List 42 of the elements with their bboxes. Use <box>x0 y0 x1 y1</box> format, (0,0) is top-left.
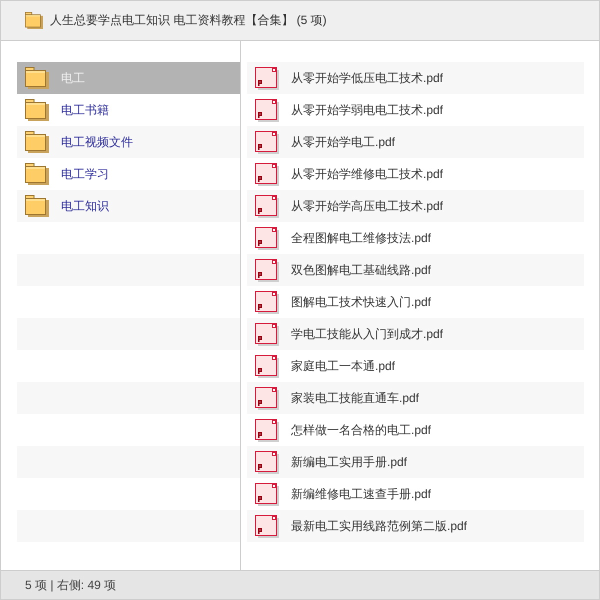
folder-icon <box>25 12 43 29</box>
pdf-file-icon <box>255 514 279 538</box>
pdf-file-icon <box>255 130 279 154</box>
file-item[interactable]: 从零开始学高压电工技术.pdf <box>247 190 584 222</box>
folder-title: 人生总要学点电工知识 电工资料教程【合集】 (5 项) <box>50 12 327 29</box>
folder-item[interactable]: 电工知识 <box>17 190 240 222</box>
file-item[interactable]: 怎样做一名合格的电工.pdf <box>247 414 584 446</box>
folder-icon <box>25 99 49 121</box>
pdf-file-icon <box>255 354 279 378</box>
file-item[interactable]: 家装电工技能直通车.pdf <box>247 382 584 414</box>
pdf-file-icon <box>255 98 279 122</box>
folder-icon <box>25 195 49 217</box>
pdf-file-icon <box>255 66 279 90</box>
pdf-file-icon <box>255 450 279 474</box>
file-item[interactable]: 新编维修电工速查手册.pdf <box>247 478 584 510</box>
file-item[interactable]: 家庭电工一本通.pdf <box>247 350 584 382</box>
file-item[interactable]: 从零开始学维修电工技术.pdf <box>247 158 584 190</box>
pdf-file-icon <box>255 290 279 314</box>
file-item[interactable]: 最新电工实用线路范例第二版.pdf <box>247 510 584 542</box>
status-text: 5 项 | 右侧: 49 项 <box>25 576 116 594</box>
pdf-file-icon <box>255 258 279 282</box>
pdf-file-icon <box>255 322 279 346</box>
pdf-file-icon <box>255 162 279 186</box>
file-item[interactable]: 从零开始学弱电电工技术.pdf <box>247 94 584 126</box>
file-item[interactable]: 双色图解电工基础线路.pdf <box>247 254 584 286</box>
file-item[interactable]: 从零开始学低压电工技术.pdf <box>247 62 584 94</box>
folder-icon <box>25 163 49 185</box>
pdf-file-icon <box>255 418 279 442</box>
folder-item[interactable]: 电工视频文件 <box>17 126 240 158</box>
folder-icon <box>25 67 49 89</box>
folder-item[interactable]: 电工书籍 <box>17 94 240 126</box>
file-item[interactable]: 全程图解电工维修技法.pdf <box>247 222 584 254</box>
pdf-file-icon <box>255 482 279 506</box>
pdf-file-icon <box>255 226 279 250</box>
pdf-file-icon <box>255 194 279 218</box>
file-item[interactable]: 新编电工实用手册.pdf <box>247 446 584 478</box>
pdf-file-icon <box>255 386 279 410</box>
file-item[interactable]: 从零开始学电工.pdf <box>247 126 584 158</box>
folder-item[interactable]: 电工学习 <box>17 158 240 190</box>
file-item[interactable]: 图解电工技术快速入门.pdf <box>247 286 584 318</box>
folder-icon <box>25 131 49 153</box>
file-item[interactable]: 学电工技能从入门到成才.pdf <box>247 318 584 350</box>
